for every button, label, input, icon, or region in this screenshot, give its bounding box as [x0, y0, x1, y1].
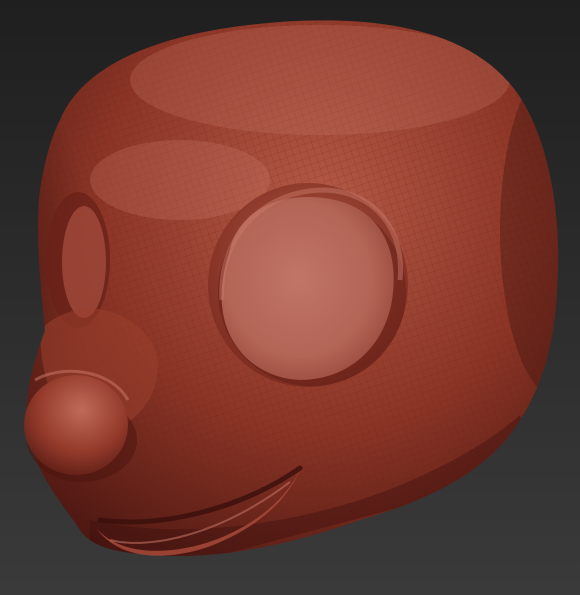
render-canvas: [0, 0, 580, 595]
viewport: [0, 0, 580, 595]
left-eye-inner: [62, 206, 106, 318]
nose: [24, 375, 128, 475]
